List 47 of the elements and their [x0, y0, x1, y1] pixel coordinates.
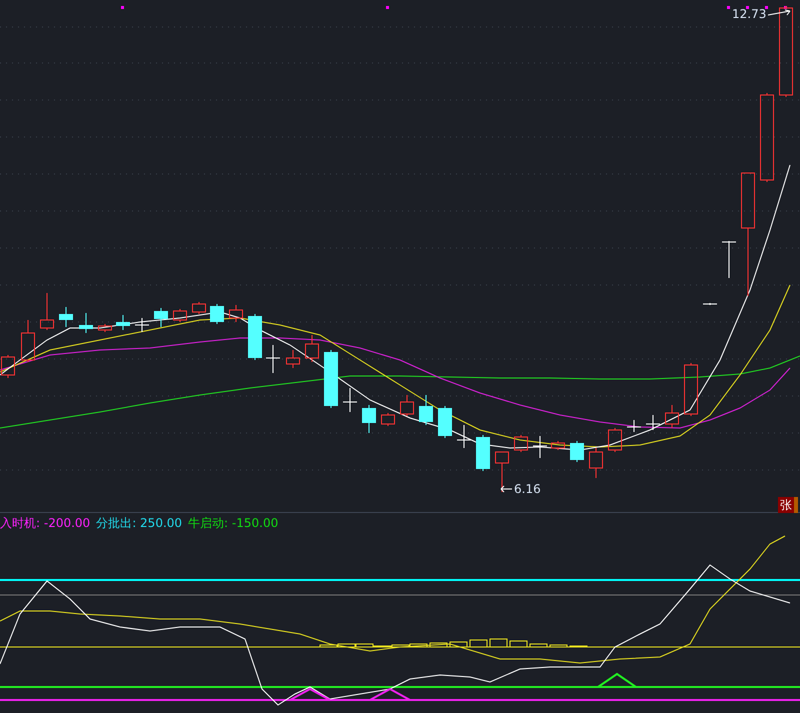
- up-candle: [608, 428, 622, 452]
- doji-candle: [266, 344, 280, 374]
- doji-candle: [646, 414, 660, 430]
- up-candle: [551, 440, 565, 450]
- doji-candle: [702, 302, 718, 306]
- badge: 张: [778, 497, 794, 513]
- indicator-value: 入时机: -200.00: [0, 515, 90, 532]
- up-candle: [1, 354, 15, 378]
- up-candle: [40, 292, 54, 330]
- up-candle: [514, 434, 528, 452]
- down-candle: [116, 314, 130, 330]
- down-candle: [248, 314, 262, 360]
- indicator-value: 牛启动: -150.00: [188, 515, 278, 532]
- down-candle: [210, 304, 224, 324]
- down-candle: [324, 350, 338, 408]
- doji-candle: [722, 240, 736, 278]
- doji-candle: [342, 388, 358, 412]
- indicator-value: 分批出: 250.00: [96, 515, 182, 532]
- up-candle: [665, 404, 679, 428]
- price-label: 6.16: [514, 483, 541, 495]
- up-candle: [173, 308, 187, 322]
- up-candle: [381, 412, 395, 426]
- up-candle: [400, 394, 414, 416]
- up-candle: [495, 452, 509, 492]
- down-candle: [419, 394, 433, 426]
- up-candle: [305, 334, 319, 362]
- doji-candle: [456, 424, 472, 448]
- badge-fragment: [794, 497, 798, 513]
- up-candle: [684, 362, 698, 416]
- doji-candle: [626, 420, 642, 432]
- up-candle: [229, 304, 243, 322]
- doji-candle: [532, 436, 548, 458]
- up-candle: [589, 448, 603, 478]
- down-candle: [438, 406, 452, 438]
- up-candle: [286, 350, 300, 368]
- up-candle: [192, 302, 206, 314]
- up-candle: [98, 324, 112, 332]
- doji-candle: [134, 318, 150, 332]
- down-candle: [154, 308, 168, 328]
- down-candle: [570, 440, 584, 462]
- down-candle: [59, 306, 73, 328]
- down-candle: [362, 404, 376, 434]
- down-candle: [79, 312, 93, 334]
- price-label: 12.73: [732, 8, 766, 20]
- down-candle: [476, 434, 490, 472]
- arrow-icon: [500, 485, 512, 493]
- up-candle: [21, 320, 35, 362]
